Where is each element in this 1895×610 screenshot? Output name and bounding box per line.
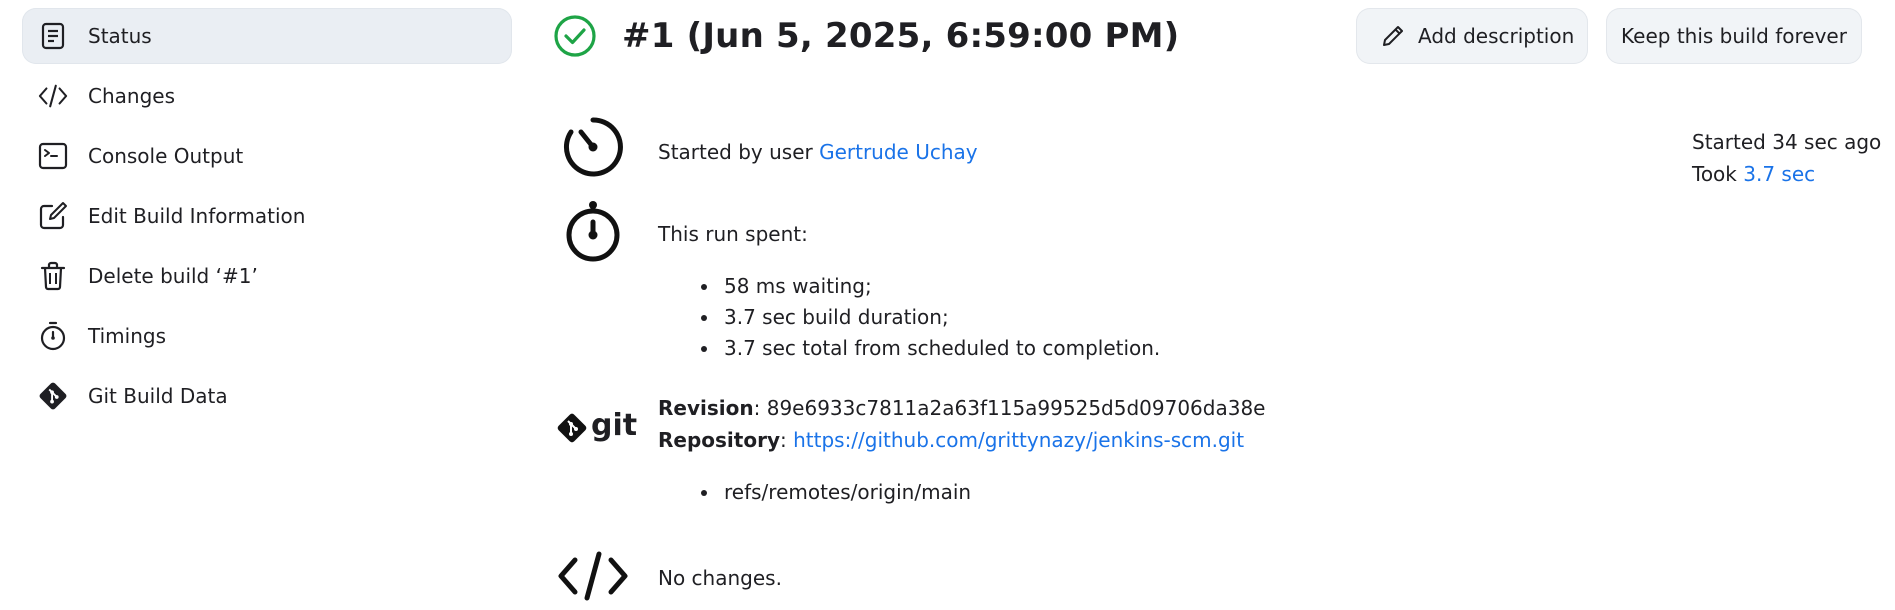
git-refs-list: refs/remotes/origin/main xyxy=(686,477,971,508)
document-icon xyxy=(38,21,68,51)
sidebar-item-label: Edit Build Information xyxy=(88,204,306,228)
trash-icon xyxy=(38,261,68,291)
sidebar: Status Changes Console Output Edit Build… xyxy=(22,8,512,428)
sidebar-item-delete-build[interactable]: Delete build ‘#1’ xyxy=(22,248,512,304)
list-item: refs/remotes/origin/main xyxy=(720,477,971,508)
terminal-icon xyxy=(38,141,68,171)
sidebar-item-label: Git Build Data xyxy=(88,384,228,408)
page-title: #1 (Jun 5, 2025, 6:59:00 PM) xyxy=(622,16,1180,56)
git-logo-icon: git xyxy=(556,408,638,444)
success-check-icon xyxy=(553,14,597,58)
build-cause-prefix: Started by user xyxy=(658,140,820,164)
run-spent-heading: This run spent: xyxy=(658,222,808,246)
code-icon xyxy=(38,81,68,111)
add-description-label: Add description xyxy=(1418,24,1575,48)
git-repository: Repository: https://github.com/grittynaz… xyxy=(658,428,1245,452)
git-logo-text: git xyxy=(591,408,638,443)
took-line: Took 3.7 sec xyxy=(1692,158,1881,190)
took-prefix: Took xyxy=(1692,162,1744,186)
started-ago: Started 34 sec ago xyxy=(1692,130,1882,154)
edit-icon xyxy=(38,201,68,231)
user-link[interactable]: Gertrude Uchay xyxy=(819,140,978,164)
list-item: 58 ms waiting; xyxy=(720,271,1160,302)
git-logo-icon xyxy=(38,381,68,411)
code-icon xyxy=(557,550,629,606)
sidebar-item-status[interactable]: Status xyxy=(22,8,512,64)
sidebar-item-label: Console Output xyxy=(88,144,244,168)
took-duration-link[interactable]: 3.7 sec xyxy=(1743,162,1815,186)
revision-hash: 89e6933c7811a2a63f115a99525d5d09706da38e xyxy=(766,396,1266,420)
keep-build-forever-label: Keep this build forever xyxy=(1621,24,1847,48)
user-trigger-icon xyxy=(562,116,624,182)
sidebar-item-label: Changes xyxy=(88,84,175,108)
keep-build-forever-button[interactable]: Keep this build forever xyxy=(1606,8,1862,64)
add-description-button[interactable]: Add description xyxy=(1356,8,1588,64)
repository-label: Repository xyxy=(658,428,780,452)
repository-link[interactable]: https://github.com/grittynazy/jenkins-sc… xyxy=(793,428,1244,452)
pencil-icon xyxy=(1380,23,1406,49)
list-item: 3.7 sec build duration; xyxy=(720,302,1160,333)
sidebar-item-timings[interactable]: Timings xyxy=(22,308,512,364)
sidebar-item-git-build-data[interactable]: Git Build Data xyxy=(22,368,512,424)
sidebar-item-console-output[interactable]: Console Output xyxy=(22,128,512,184)
list-item: 3.7 sec total from scheduled to completi… xyxy=(720,333,1160,364)
no-changes-text: No changes. xyxy=(658,566,782,590)
build-cause: Started by user Gertrude Uchay xyxy=(658,138,978,166)
sidebar-item-label: Timings xyxy=(88,324,166,348)
sidebar-item-label: Delete build ‘#1’ xyxy=(88,264,258,288)
stopwatch-icon xyxy=(38,321,68,351)
sidebar-item-changes[interactable]: Changes xyxy=(22,68,512,124)
sidebar-item-label: Status xyxy=(88,24,152,48)
run-spent-list: 58 ms waiting; 3.7 sec build duration; 3… xyxy=(686,271,1160,364)
stopwatch-icon xyxy=(563,200,623,266)
git-revision: Revision: 89e6933c7811a2a63f115a99525d5d… xyxy=(658,396,1266,420)
sidebar-item-edit-build-information[interactable]: Edit Build Information xyxy=(22,188,512,244)
build-timing-summary: Started 34 sec ago Took 3.7 sec xyxy=(1692,126,1881,190)
revision-label: Revision xyxy=(658,396,754,420)
